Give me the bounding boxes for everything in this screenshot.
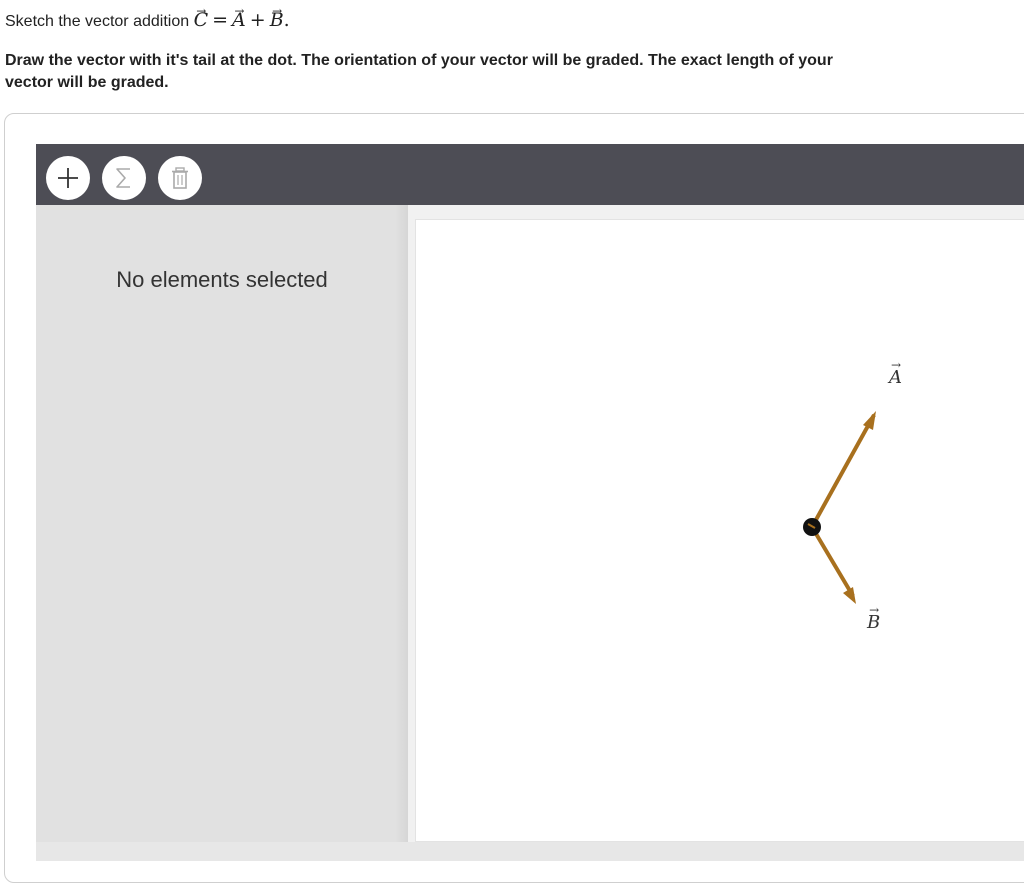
equation-vector-a: A [232,8,246,32]
sum-vectors-button[interactable] [102,156,146,200]
vector-a-label-text: A [889,367,902,388]
equation-vector-b: B [270,8,284,32]
plus-icon [58,168,78,188]
add-vector-button[interactable] [46,156,90,200]
vector-a-arrow[interactable] [810,414,876,528]
question-text: Sketch the vector addition [5,13,190,30]
equation-plus: + [249,9,266,31]
drawing-canvas[interactable]: A B [415,219,1024,842]
question-prompt: Sketch the vector addition C=A+B. [5,8,290,34]
equation-equals: = [212,9,229,31]
vector-b-arrowhead [843,587,856,604]
sigma-icon [116,168,130,188]
vector-a-arrowhead [863,411,876,430]
vector-a-label: A [889,367,902,388]
bottom-bar [36,842,1024,861]
vector-b-label-text: B [867,612,880,633]
vector-b-arrow[interactable] [810,525,855,598]
vector-b-label: B [867,612,880,633]
question-instructions: Draw the vector with it's tail at the do… [5,52,833,91]
delete-button[interactable] [158,156,202,200]
vector-equation: C=A+B. [194,9,290,31]
toolbar [36,144,1024,205]
equation-period: . [283,9,290,31]
vector-drawing[interactable] [416,220,1024,841]
no-selection-message: No elements selected [116,267,328,292]
equation-vector-c: C [194,8,209,32]
properties-panel: No elements selected [36,205,408,842]
trash-icon [172,167,188,189]
